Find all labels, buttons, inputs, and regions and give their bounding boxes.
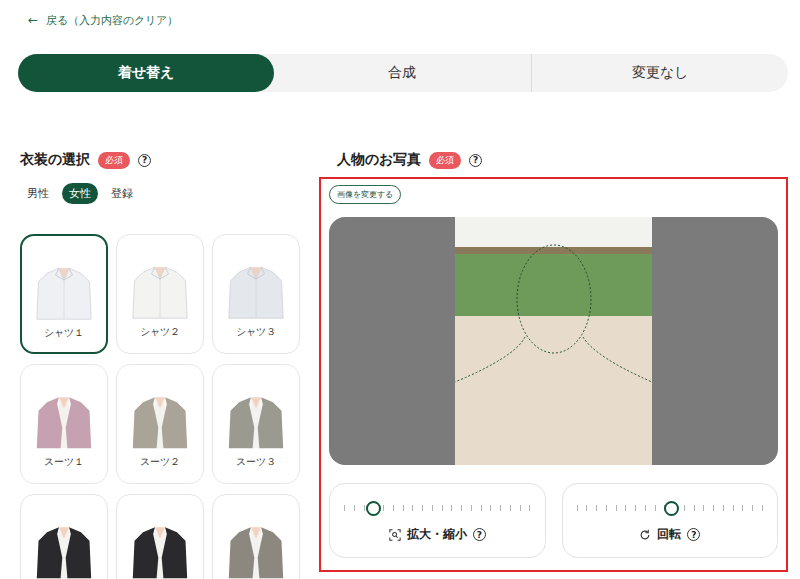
zoom-icon: [389, 529, 401, 541]
slider-card: 拡大・縮小 ?: [329, 483, 546, 558]
help-icon[interactable]: ?: [138, 154, 151, 167]
costume-label: シャツ２: [140, 325, 180, 339]
help-icon[interactable]: ?: [469, 154, 482, 167]
mode-tabs: 着せ替え合成変更なし: [18, 54, 788, 92]
person-photo: [455, 217, 652, 465]
costume-card[interactable]: [20, 494, 108, 579]
gender-tab[interactable]: 登録: [104, 183, 140, 204]
slider-label: 回転: [657, 526, 681, 543]
gender-tabs: 男性女性登録: [20, 183, 307, 204]
costume-panel: 衣装の選択 必須 ? 男性女性登録 シャツ１ シャツ２ シャツ３ スーツ１ スー…: [18, 149, 307, 579]
shirt-icon: [222, 261, 290, 321]
photo-editor: 画像を変更する 拡大・縮小 ? 回転 ?: [319, 177, 788, 572]
costume-label: シャツ３: [236, 325, 276, 339]
face-guide-icon: [455, 217, 652, 465]
required-badge: 必須: [429, 152, 461, 169]
slider-knob[interactable]: [664, 501, 679, 516]
mode-tab[interactable]: 変更なし: [531, 54, 788, 92]
gender-tab[interactable]: 男性: [20, 183, 56, 204]
costume-card[interactable]: [212, 494, 300, 579]
suit-icon: [222, 521, 290, 579]
panel-title: 衣装の選択: [20, 151, 90, 169]
suit-icon: [126, 391, 194, 451]
gender-tab[interactable]: 女性: [62, 183, 98, 204]
rotate-icon: [639, 529, 651, 541]
costume-card[interactable]: スーツ３: [212, 364, 300, 484]
costume-label: シャツ１: [44, 326, 84, 340]
help-icon[interactable]: ?: [687, 528, 700, 541]
panel-title: 人物のお写真: [337, 151, 421, 169]
photo-stage[interactable]: [329, 217, 778, 465]
shirt-icon: [126, 261, 194, 321]
costume-label: スーツ２: [140, 455, 180, 469]
back-link[interactable]: ← 戻る（入力内容のクリア）: [28, 11, 788, 29]
slider-card: 回転 ?: [562, 483, 779, 558]
costume-card[interactable]: シャツ３: [212, 234, 300, 354]
photo-panel: 人物のお写真 必須 ? 画像を変更する 拡大・縮小 ? 回転 ?: [327, 149, 788, 579]
required-badge: 必須: [98, 152, 130, 169]
change-image-button[interactable]: 画像を変更する: [329, 185, 401, 204]
costume-card[interactable]: [116, 494, 204, 579]
slider-knob[interactable]: [366, 501, 381, 516]
help-icon[interactable]: ?: [473, 528, 486, 541]
back-arrow-icon: ←: [28, 13, 38, 27]
suit-icon: [222, 391, 290, 451]
costume-card[interactable]: シャツ１: [20, 234, 108, 354]
costume-card[interactable]: シャツ２: [116, 234, 204, 354]
suit-icon: [126, 521, 194, 579]
costume-label: スーツ１: [44, 455, 84, 469]
costume-grid: シャツ１ シャツ２ シャツ３ スーツ１ スーツ２ スーツ３: [20, 234, 307, 579]
suit-icon: [30, 521, 98, 579]
costume-card[interactable]: スーツ１: [20, 364, 108, 484]
rotate-slider[interactable]: [577, 502, 764, 514]
mode-tab[interactable]: 着せ替え: [18, 54, 274, 92]
costume-label: スーツ３: [236, 455, 276, 469]
page: ← 戻る（入力内容のクリア） 着せ替え合成変更なし 衣装の選択 必須 ? 男性女…: [0, 0, 800, 579]
suit-icon: [30, 391, 98, 451]
mode-tab[interactable]: 合成: [274, 54, 530, 92]
slider-label: 拡大・縮小: [407, 526, 467, 543]
zoom-slider[interactable]: [344, 502, 531, 514]
shirt-icon: [30, 262, 98, 322]
costume-card[interactable]: スーツ２: [116, 364, 204, 484]
